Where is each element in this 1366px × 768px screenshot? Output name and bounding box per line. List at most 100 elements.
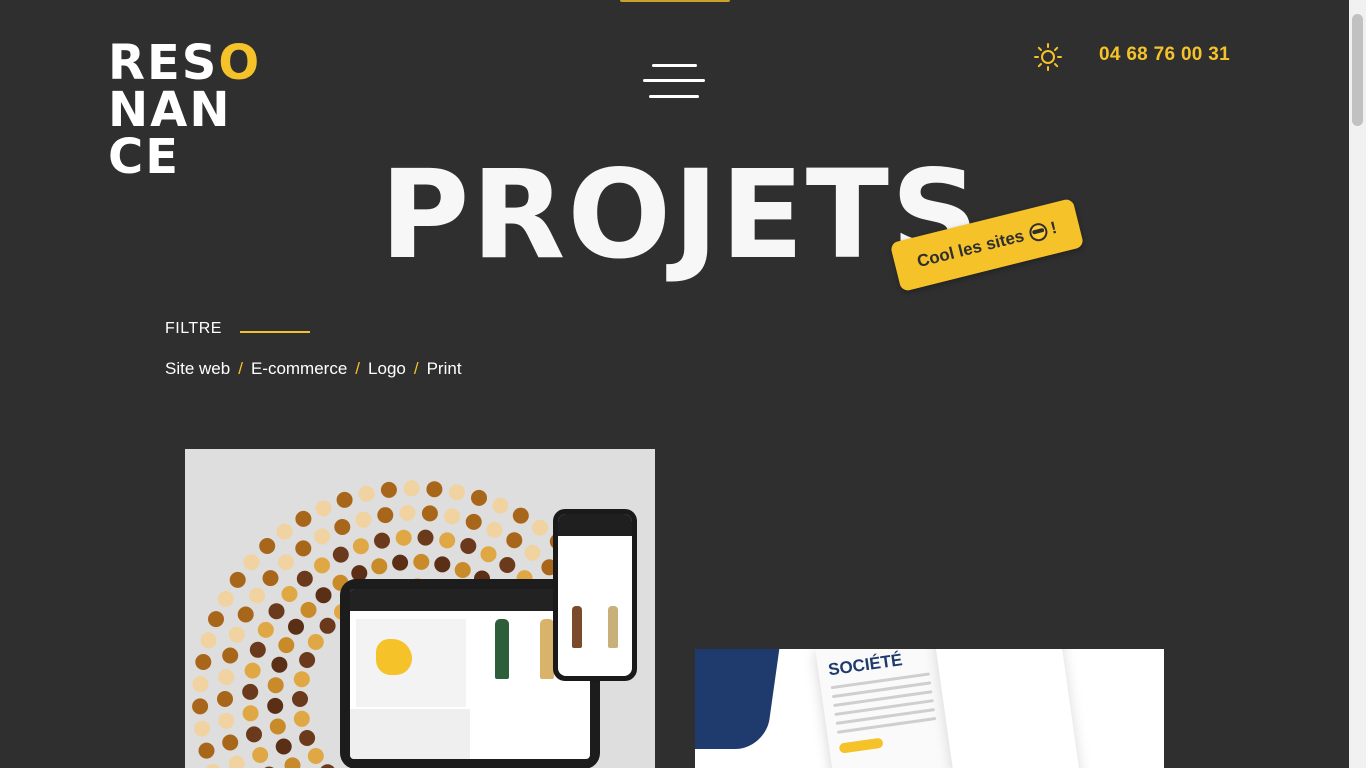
filter-separator: / [238,359,243,378]
wine-dot [532,519,548,536]
wine-dot [262,570,279,587]
wine-dot [307,634,324,650]
wine-dot [332,546,349,563]
wine-dot [292,691,308,707]
phone-number-link[interactable]: 04 68 76 00 31 [1099,44,1230,66]
page-title: PROJETS [380,144,981,286]
phone-mockup [553,509,637,681]
wine-dot [284,757,301,768]
wine-dot [222,647,239,664]
wine-dot [444,508,461,525]
wine-dot [377,507,394,524]
wine-dot [228,626,245,643]
wine-dot [307,748,324,764]
wine-dot [399,504,416,521]
wine-dot [314,528,331,545]
logo-line-3: CE [108,129,181,185]
wine-dot [374,532,390,549]
wine-dot [403,480,420,497]
wine-dot [299,652,316,668]
filter-print[interactable]: Print [427,359,462,379]
navy-shape [695,649,781,749]
wine-dot [486,521,503,538]
wine-dot [300,601,317,618]
wine-dot [237,606,254,623]
wine-dot [506,532,523,549]
wine-dot [252,747,269,763]
wine-dot [454,562,471,578]
wine-dot [200,632,217,649]
filter-e-commerce[interactable]: E-commerce [251,359,347,379]
wine-dot [206,763,221,768]
wine-dot [434,556,451,573]
wine-dot [315,587,332,604]
wine-dot [194,720,211,737]
filter-site-web[interactable]: Site web [165,359,230,379]
logo-line-1: RESO [108,35,262,91]
wine-dot [244,662,261,679]
wine-dot [320,764,335,768]
wine-dot [448,484,465,501]
wine-dot [195,654,212,670]
scrollbar[interactable] [1349,0,1366,768]
wine-dot [480,546,497,563]
logo[interactable]: RESO NAN CE [108,35,262,185]
filter-list: Site web / E-commerce / Logo / Print [165,359,462,379]
wine-dot [281,586,298,602]
wine-dot [222,734,239,751]
wine-dot [271,656,288,673]
sticker-text: Cool les sites [915,226,1027,272]
wine-dot [192,676,209,693]
filter-logo[interactable]: Logo [368,359,406,379]
scrollbar-thumb[interactable] [1352,14,1363,126]
wine-dot [267,677,284,694]
wine-dot [246,726,262,743]
wine-dot [218,712,235,729]
filter-separator: / [355,359,361,378]
filter-separator: / [413,359,419,378]
wine-dot [417,529,434,546]
wine-dot [249,587,265,604]
filter-underline [240,331,310,333]
sun-icon[interactable] [1033,42,1063,72]
wine-dot [242,683,259,700]
wine-dot [460,538,477,554]
wine-dot [218,669,235,686]
wine-dot [392,554,409,571]
wine-dot [512,507,529,524]
brochure-page: SOCIÉTÉ [815,649,955,768]
wine-dot [217,691,233,707]
hamburger-icon[interactable] [643,62,705,102]
logo-line-2: NAN [108,82,232,138]
wine-dot [299,730,316,746]
wine-dot [278,554,294,571]
wine-dot [421,505,438,522]
project-card-limoux[interactable] [185,449,655,768]
wine-dot [358,485,375,502]
wine-dot [336,491,353,508]
wine-dot [243,554,260,571]
wine-dot [228,755,245,768]
sunglasses-emoji-icon [1027,221,1050,244]
wine-dot [293,671,310,688]
wine-dot [296,570,313,587]
wine-dot [492,497,509,514]
wine-dot [249,641,266,658]
wine-dot [288,618,304,635]
wine-dot [371,558,388,575]
wine-dot [276,523,293,540]
wine-dot [217,590,234,607]
wine-dot [267,697,284,714]
wine-dot [229,571,246,588]
wine-dot [465,513,482,530]
wine-dot [499,557,516,573]
wine-dot [314,557,330,574]
wine-dot [524,544,541,561]
wine-dot [355,511,372,528]
wine-dot [192,698,209,715]
wine-dot [319,617,336,634]
brochure-page-2 [934,649,1081,768]
wine-dot [295,510,312,527]
wine-dot [413,553,430,570]
project-card-societe[interactable]: SOCIÉTÉ [695,649,1164,768]
